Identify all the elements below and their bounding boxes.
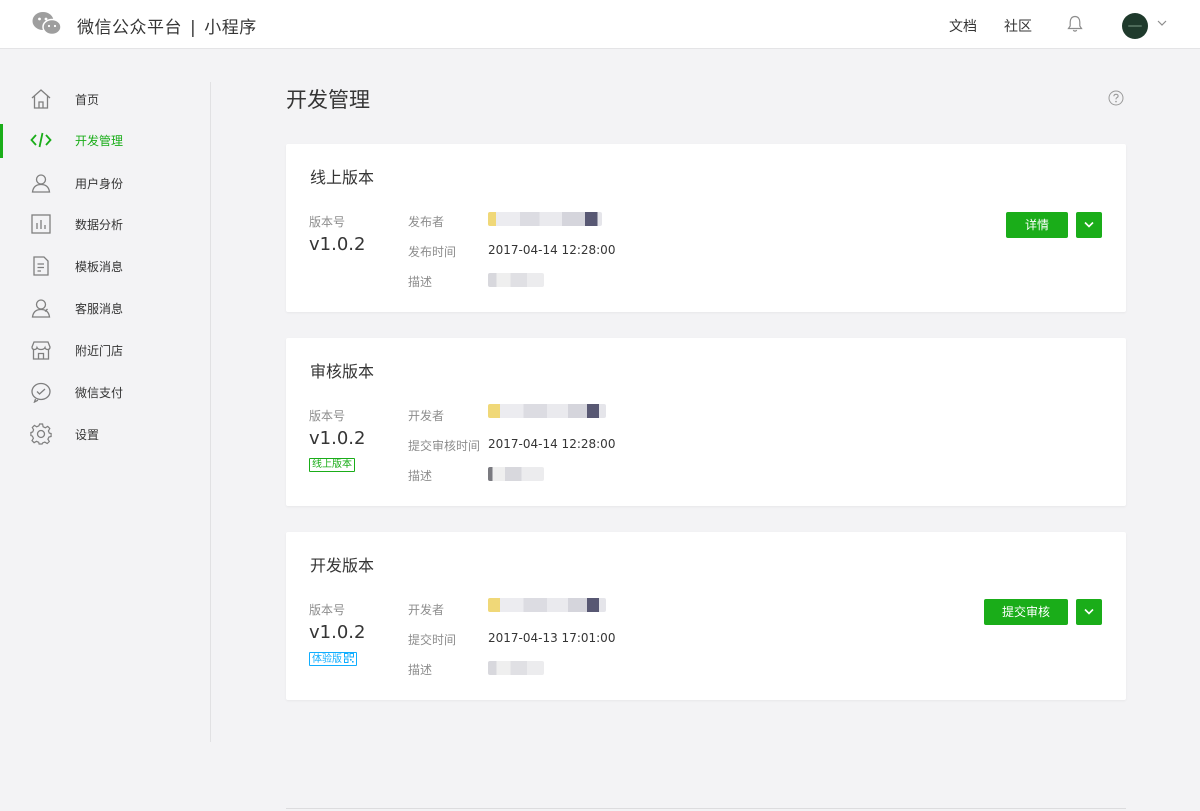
- sidebar-item-template-messages[interactable]: 模板消息: [0, 250, 210, 282]
- publish-time-label: 发布时间: [408, 245, 457, 259]
- sidebar-item-label: 客服消息: [75, 302, 124, 316]
- customer-service-icon: [31, 299, 51, 318]
- trial-version-badge[interactable]: 体验版: [309, 652, 357, 666]
- dev-version-card: 开发版本 版本号 v1.0.2 体验版 开发者 提交时间 2017-04-13 …: [286, 532, 1126, 700]
- chevron-down-icon: [1084, 608, 1094, 615]
- sidebar-item-label: 设置: [75, 428, 100, 442]
- sidebar: 首页 开发管理 用户身份 数据分析 模板消息 客服消息 附近门店 微信支付 设置: [0, 82, 211, 742]
- more-actions-dropdown[interactable]: [1076, 212, 1102, 238]
- developer-label: 开发者: [408, 603, 445, 617]
- version-label: 版本号: [309, 409, 346, 423]
- qrcode-icon[interactable]: [344, 653, 354, 663]
- description-value: [488, 273, 544, 287]
- card-title: 开发版本: [310, 556, 375, 575]
- developer-value: [488, 404, 606, 418]
- developer-label: 开发者: [408, 409, 445, 423]
- publisher-label: 发布者: [408, 215, 445, 229]
- sidebar-item-label: 用户身份: [75, 177, 124, 191]
- sidebar-item-home[interactable]: 首页: [0, 83, 210, 115]
- review-version-card: 审核版本 版本号 v1.0.2 线上版本 开发者 提交审核时间 2017-04-…: [286, 338, 1126, 506]
- description-value: [488, 661, 544, 675]
- details-button[interactable]: 详情: [1006, 212, 1068, 238]
- review-submit-time-value: 2017-04-14 12:28:00: [488, 437, 616, 451]
- sidebar-item-data-analysis[interactable]: 数据分析: [0, 208, 210, 240]
- brand-name: 微信公众平台: [77, 18, 182, 38]
- sidebar-item-nearby-stores[interactable]: 附近门店: [0, 334, 210, 366]
- sidebar-item-dev-management[interactable]: 开发管理: [0, 124, 210, 158]
- version-label: 版本号: [309, 603, 346, 617]
- publisher-value: [488, 212, 602, 226]
- more-actions-dropdown[interactable]: [1076, 599, 1102, 625]
- description-label: 描述: [408, 469, 433, 483]
- sidebar-item-label: 模板消息: [75, 260, 124, 274]
- nav-docs-link[interactable]: 文档: [949, 16, 977, 36]
- sidebar-item-label: 开发管理: [75, 134, 124, 148]
- version-number: v1.0.2: [309, 234, 366, 255]
- avatar[interactable]: [1122, 13, 1148, 39]
- store-icon: [31, 341, 51, 360]
- description-value: [488, 467, 544, 481]
- online-version-card: 线上版本 版本号 v1.0.2 发布者 发布时间 2017-04-14 12:2…: [286, 144, 1126, 312]
- sidebar-item-label: 数据分析: [75, 218, 124, 232]
- page-title: 开发管理: [286, 88, 370, 112]
- product-name: 小程序: [204, 18, 257, 38]
- brand-title[interactable]: 微信公众平台 | 小程序: [77, 13, 257, 38]
- nav-community-link[interactable]: 社区: [1004, 16, 1032, 36]
- description-label: 描述: [408, 663, 433, 677]
- code-icon: [30, 132, 52, 148]
- bell-icon[interactable]: [1067, 15, 1083, 33]
- review-submit-time-label: 提交审核时间: [408, 439, 481, 453]
- footer-divider: [286, 808, 1126, 809]
- card-title: 审核版本: [310, 362, 375, 381]
- submit-review-button[interactable]: 提交审核: [984, 599, 1068, 625]
- top-header: 微信公众平台 | 小程序 文档 社区: [0, 0, 1200, 49]
- gear-icon: [30, 423, 52, 445]
- sidebar-item-wechat-pay[interactable]: 微信支付: [0, 376, 210, 408]
- description-label: 描述: [408, 275, 433, 289]
- chevron-down-icon[interactable]: [1157, 19, 1167, 27]
- version-number: v1.0.2: [309, 622, 366, 643]
- version-number: v1.0.2: [309, 428, 366, 449]
- sidebar-item-customer-service[interactable]: 客服消息: [0, 292, 210, 324]
- online-version-badge: 线上版本: [309, 458, 355, 472]
- card-title: 线上版本: [310, 168, 375, 187]
- version-label: 版本号: [309, 215, 346, 229]
- trial-version-label: 体验版: [312, 654, 342, 665]
- brand-separator: |: [190, 18, 197, 38]
- publish-time-value: 2017-04-14 12:28:00: [488, 243, 616, 257]
- help-icon[interactable]: [1108, 90, 1124, 106]
- document-icon: [33, 256, 49, 276]
- developer-value: [488, 598, 606, 612]
- sidebar-item-label: 附近门店: [75, 344, 124, 358]
- submit-time-label: 提交时间: [408, 633, 457, 647]
- wechat-pay-icon: [31, 382, 51, 403]
- sidebar-item-label: 首页: [75, 93, 100, 107]
- submit-time-value: 2017-04-13 17:01:00: [488, 631, 616, 645]
- user-icon: [31, 174, 51, 193]
- chevron-down-icon: [1084, 221, 1094, 228]
- bar-chart-icon: [31, 214, 51, 234]
- sidebar-item-user-identity[interactable]: 用户身份: [0, 167, 210, 199]
- home-icon: [31, 89, 51, 109]
- wechat-logo-icon[interactable]: [32, 11, 62, 37]
- sidebar-item-label: 微信支付: [75, 386, 124, 400]
- sidebar-item-settings[interactable]: 设置: [0, 418, 210, 450]
